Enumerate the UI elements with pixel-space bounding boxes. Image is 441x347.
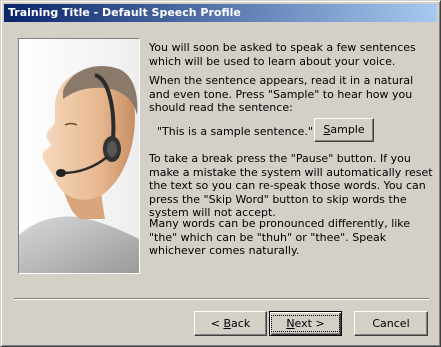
next-focus-rect: Next >: [271, 315, 340, 332]
headset-user-icon: [19, 39, 139, 273]
sample-sentence: "This is a sample sentence.": [157, 125, 313, 138]
pronunciation-paragraph: Many words can be pronounced differently…: [149, 217, 411, 257]
next-mnemonic: N: [286, 317, 295, 330]
back-button[interactable]: < Back: [194, 311, 267, 336]
instructions-paragraph: When the sentence appears, read it in a …: [149, 74, 414, 114]
button-separator: [14, 298, 429, 300]
headset-user-illustration: [18, 38, 140, 274]
back-label-rest: ack: [231, 317, 251, 330]
next-label-rest: ext >: [294, 317, 325, 330]
title-bar[interactable]: Training Title - Default Speech Profile: [4, 4, 437, 22]
sample-button[interactable]: Sample: [314, 118, 374, 142]
cancel-button[interactable]: Cancel: [354, 311, 428, 336]
speech-training-dialog: Training Title - Default Speech Profile: [0, 0, 441, 347]
intro-paragraph: You will soon be asked to speak a few se…: [149, 41, 416, 68]
next-button[interactable]: Next >: [269, 311, 342, 336]
back-prefix: <: [210, 317, 224, 330]
window-title: Training Title - Default Speech Profile: [8, 6, 241, 19]
back-mnemonic: B: [223, 317, 232, 330]
pause-instructions-paragraph: To take a break press the "Pause" button…: [149, 152, 433, 219]
sample-label-rest: ample: [330, 123, 365, 136]
